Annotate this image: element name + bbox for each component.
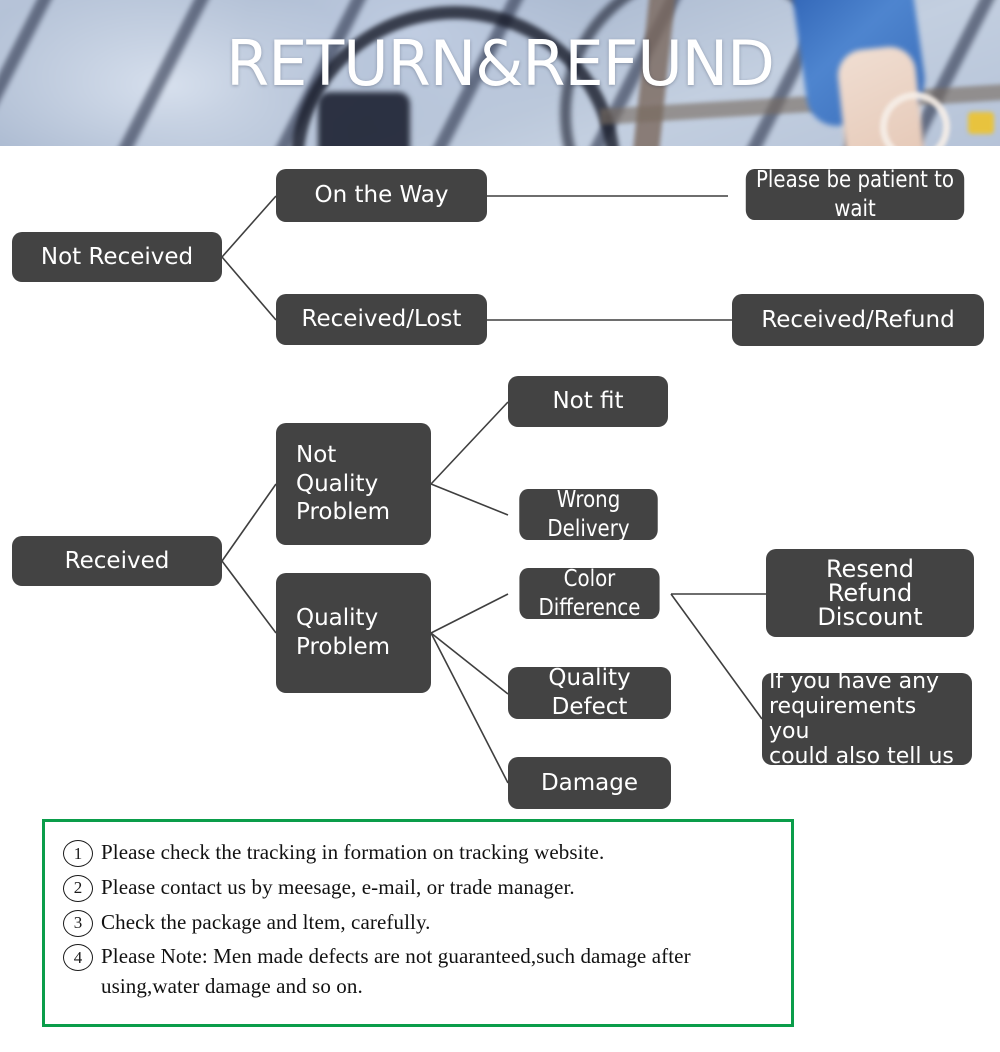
page-title: RETURN&REFUND — [226, 27, 775, 100]
node-received[interactable]: Received — [12, 536, 222, 586]
return-refund-page: RETURN&REFUND Not Received On the Way Re… — [0, 0, 1000, 1052]
note-text: Check the package and ltem, carefully. — [101, 909, 431, 934]
note-number-badge: 2 — [63, 874, 93, 902]
note-item: 2 Please contact us by meesage, e-mail, … — [63, 873, 773, 903]
note-number-badge: 1 — [63, 840, 93, 867]
node-please-be-patient-to-wait[interactable]: Please be patient to wait — [745, 167, 965, 222]
return-refund-flowchart: Not Received On the Way Received/Lost Pl… — [0, 146, 1000, 818]
note-number-badge: 4 — [63, 944, 93, 972]
node-not-quality-problem[interactable]: Not Quality Problem — [276, 423, 431, 545]
node-damage[interactable]: Damage — [508, 757, 671, 809]
note-item: 1 Please check the tracking in formation… — [63, 838, 773, 868]
note-item: 4 Please Note: Men made defects are not … — [63, 942, 773, 1002]
note-text: Please check the tracking in formation o… — [101, 840, 605, 864]
node-resend-refund-discount[interactable]: Resend Refund Discount — [766, 549, 974, 637]
node-received-refund[interactable]: Received/Refund — [732, 294, 984, 346]
node-color-difference[interactable]: Color Difference — [519, 566, 660, 621]
node-if-you-have-any-requirements[interactable]: If you have any requirements you could a… — [762, 669, 972, 769]
node-on-the-way[interactable]: On the Way — [276, 169, 487, 222]
note-item: 3 Check the package and ltem, carefully. — [63, 908, 773, 938]
node-not-received[interactable]: Not Received — [12, 232, 222, 282]
note-text: Please Note: Men made defects are not gu… — [101, 944, 691, 999]
node-not-fit[interactable]: Not fit — [508, 376, 668, 427]
header-banner: RETURN&REFUND — [0, 0, 1000, 146]
node-quality-defect[interactable]: Quality Defect — [508, 665, 671, 720]
yellow-object-shape — [968, 112, 994, 134]
node-wrong-delivery[interactable]: Wrong Delivery — [519, 487, 658, 542]
note-number-badge: 3 — [63, 909, 93, 937]
notes-box: 1 Please check the tracking in formation… — [42, 819, 794, 1027]
node-received-lost[interactable]: Received/Lost — [276, 294, 487, 345]
node-quality-problem[interactable]: Quality Problem — [276, 573, 431, 693]
note-text: Please contact us by meesage, e-mail, or… — [101, 874, 575, 899]
